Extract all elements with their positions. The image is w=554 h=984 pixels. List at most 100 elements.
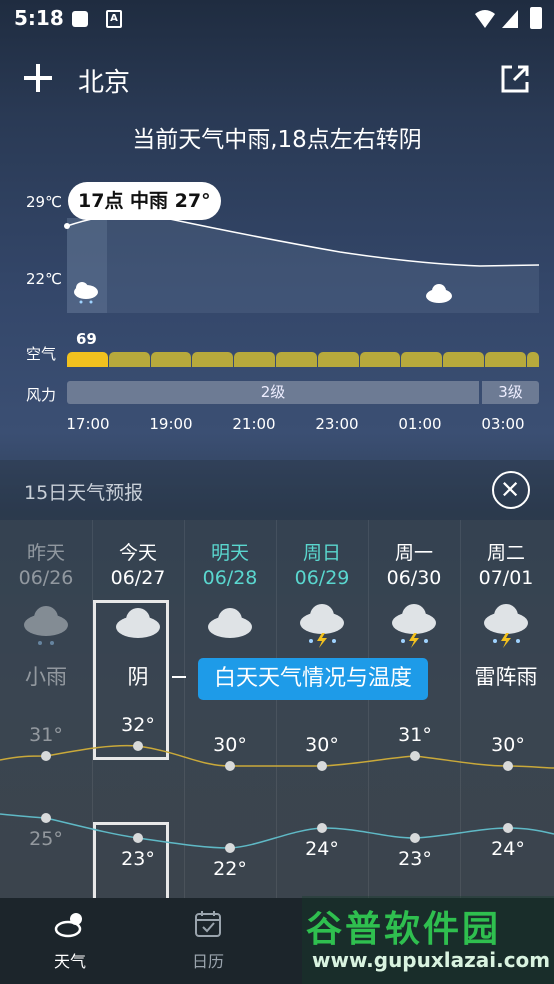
low-temp-point — [133, 833, 143, 843]
low-temp-line — [0, 813, 554, 849]
calendar-icon — [195, 911, 221, 937]
air-bar — [67, 352, 108, 367]
nav-tab-label: 日历 — [191, 952, 224, 971]
air-bar — [192, 352, 234, 367]
day-name: 周二 — [486, 542, 525, 564]
forecast-day[interactable]: 明天 06/28 — [184, 538, 276, 661]
high-temp-label: 30° — [213, 734, 247, 756]
wifi-icon — [475, 10, 495, 28]
temperature-area — [67, 214, 539, 313]
guide-tooltip: 白天天气情况与温度 — [198, 658, 429, 700]
low-temp-label: 25° — [29, 828, 63, 850]
air-bar — [443, 352, 484, 367]
high-temp-label: 30° — [305, 734, 339, 756]
add-city-button[interactable] — [22, 62, 54, 94]
day-date: 06/26 — [18, 567, 74, 589]
hour-label: 21:00 — [232, 415, 276, 433]
day-date: 06/28 — [202, 567, 258, 589]
high-temp-point — [41, 751, 51, 761]
hour-label: 17:00 — [66, 415, 110, 433]
font-notification-icon: A — [106, 10, 122, 28]
air-bar — [401, 352, 443, 367]
cloud-icon — [426, 284, 452, 303]
air-quality-label: 空气 — [26, 345, 57, 363]
thunderstorm-icon — [392, 604, 436, 648]
city-name[interactable]: 北京 — [78, 62, 130, 99]
forecast-day[interactable]: 周二 07/01 雷阵雨 — [460, 538, 552, 691]
notification-icon — [72, 11, 88, 27]
nav-tab-weather[interactable]: 天气 — [10, 910, 130, 972]
air-bar — [484, 352, 526, 367]
high-temp-point — [317, 761, 327, 771]
wind-label: 风力 — [26, 386, 57, 404]
hour-label: 01:00 — [398, 415, 442, 433]
low-temp-point — [225, 843, 235, 853]
nav-tab-calendar[interactable]: 日历 — [148, 910, 268, 972]
low-temp-label: 23° — [121, 848, 155, 870]
low-temp-label: 24° — [305, 838, 339, 860]
wind-level-bar: 2级 — [67, 381, 479, 404]
weather-summary: 当前天气中雨,18点左右转阴 — [132, 127, 422, 153]
day-name: 昨天 — [26, 542, 65, 564]
forecast-day[interactable]: 周日 06/29 — [276, 538, 368, 661]
day-name: 周一 — [394, 542, 433, 564]
tooltip-pointer — [172, 676, 186, 678]
hour-label: 03:00 — [481, 415, 525, 433]
wind-level-bar: 3级 — [482, 381, 539, 404]
status-time: 5:18 — [14, 6, 64, 30]
nav-tab-label: 天气 — [53, 952, 86, 971]
air-quality-value: 69 — [76, 330, 97, 348]
high-temp-label: 31° — [29, 724, 63, 746]
daily-temperature-curves — [0, 741, 554, 853]
high-temp-point — [225, 761, 235, 771]
air-bar — [317, 352, 359, 367]
day-name: 明天 — [210, 542, 249, 564]
low-temp-label: 22° — [213, 858, 247, 880]
day-condition: 雷阵雨 — [474, 665, 538, 689]
thunderstorm-icon — [300, 604, 344, 648]
rain-cloud-icon — [24, 606, 68, 645]
forecast-title: 15日天气预报 — [24, 482, 144, 504]
air-bar — [359, 352, 401, 367]
day-condition: 小雨 — [25, 665, 67, 689]
air-bar — [150, 352, 192, 367]
day-date: 06/29 — [294, 567, 350, 589]
weather-tab-icon — [54, 913, 82, 938]
high-temp-label: 30° — [491, 734, 525, 756]
air-bar — [526, 352, 539, 367]
low-temp-label: 24° — [491, 838, 525, 860]
air-quality-bars — [67, 352, 539, 367]
day-name: 今天 — [118, 542, 157, 564]
air-bar — [234, 352, 275, 367]
forecast-day[interactable]: 周一 06/30 — [368, 538, 460, 661]
current-hour-bubble: 17点 中雨 27° — [68, 182, 221, 220]
high-temp-label: 32° — [121, 714, 155, 736]
high-temp-point — [410, 751, 420, 761]
low-temp-point — [41, 813, 51, 823]
watermark-url: www.gupuxlazai.com — [312, 948, 551, 972]
day-name: 周日 — [302, 542, 341, 564]
day-date: 06/30 — [386, 567, 442, 589]
current-temp-point — [64, 223, 70, 229]
forecast-day[interactable]: 昨天 06/26 小雨 — [0, 538, 92, 691]
hour-label: 19:00 — [149, 415, 193, 433]
watermark-title: 谷普软件园 — [306, 909, 502, 950]
air-bar — [275, 352, 317, 367]
close-button[interactable] — [492, 471, 530, 509]
share-button[interactable] — [498, 62, 532, 96]
cloud-icon — [208, 608, 252, 638]
rain-cloud-icon — [74, 282, 98, 304]
high-temp-point — [503, 761, 513, 771]
air-bar — [108, 352, 150, 367]
signal-icon — [502, 10, 518, 28]
high-temp-label: 31° — [398, 724, 432, 746]
low-temp-point — [410, 833, 420, 843]
hour-label: 23:00 — [315, 415, 359, 433]
thunderstorm-icon — [484, 604, 528, 648]
day-date: 07/01 — [478, 567, 534, 589]
day-date: 06/27 — [110, 567, 166, 589]
high-temp-point — [133, 741, 143, 751]
low-temp-label: 23° — [398, 848, 432, 870]
low-temp-point — [503, 823, 513, 833]
low-temp-point — [317, 823, 327, 833]
